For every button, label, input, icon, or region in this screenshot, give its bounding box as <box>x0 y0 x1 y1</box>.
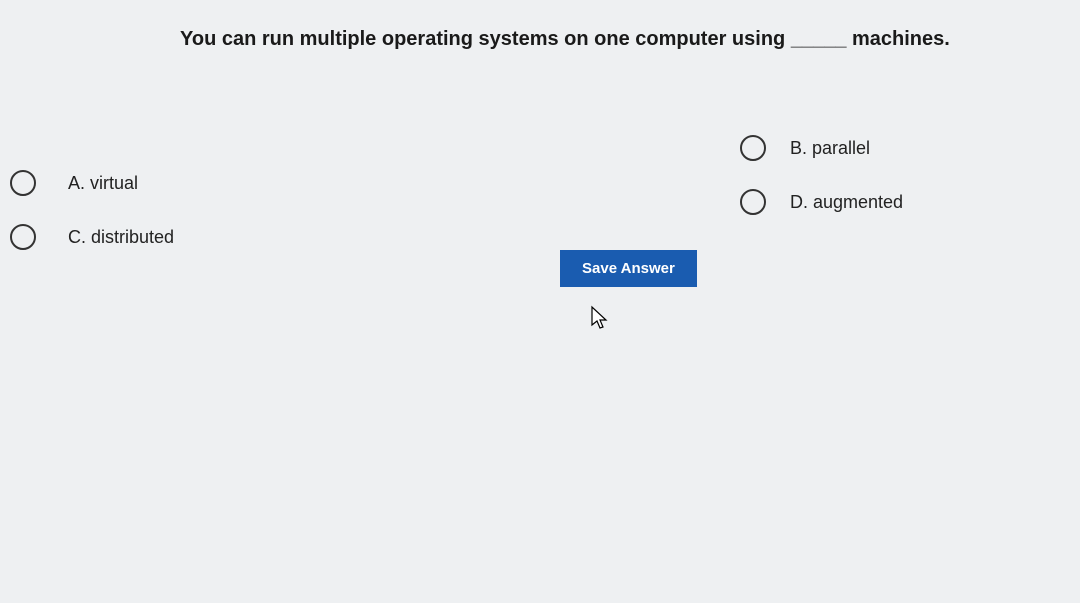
option-c[interactable]: C. distributed <box>10 224 174 250</box>
radio-icon[interactable] <box>10 170 36 196</box>
option-d[interactable]: D. augmented <box>740 189 903 215</box>
radio-icon[interactable] <box>740 189 766 215</box>
cursor-icon <box>590 305 610 331</box>
save-answer-button[interactable]: Save Answer <box>560 250 697 287</box>
option-a-label: A. virtual <box>68 173 138 194</box>
options-column-right: B. parallel D. augmented <box>740 135 903 243</box>
option-c-label: C. distributed <box>68 227 174 248</box>
option-a[interactable]: A. virtual <box>10 170 174 196</box>
option-b[interactable]: B. parallel <box>740 135 903 161</box>
options-column-left: A. virtual C. distributed <box>10 170 174 278</box>
radio-icon[interactable] <box>740 135 766 161</box>
option-d-label: D. augmented <box>790 192 903 213</box>
question-text: You can run multiple operating systems o… <box>180 28 1040 51</box>
option-b-label: B. parallel <box>790 138 870 159</box>
radio-icon[interactable] <box>10 224 36 250</box>
